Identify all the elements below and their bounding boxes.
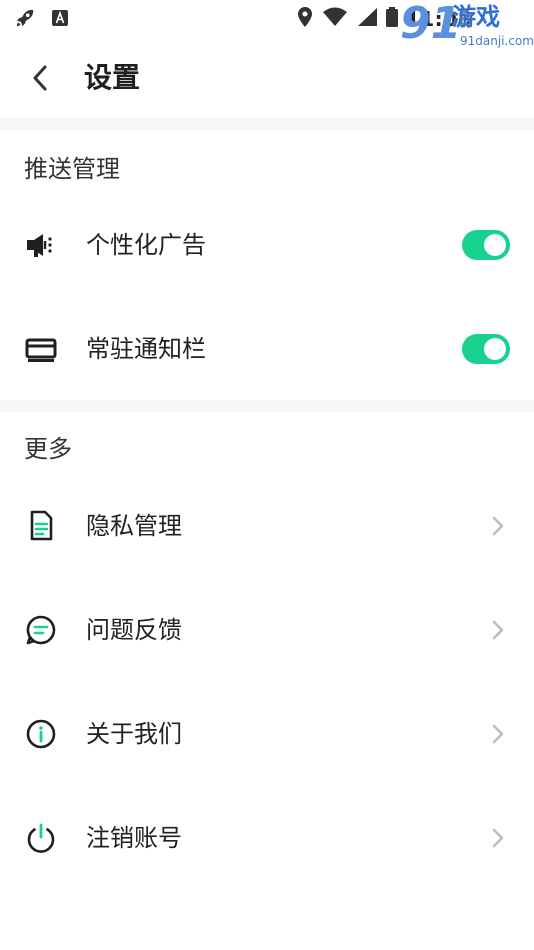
- chat-bubble-icon: [24, 613, 58, 647]
- document-icon: [24, 509, 58, 543]
- section-divider: [0, 400, 534, 412]
- chevron-left-icon: [33, 65, 47, 91]
- chevron-right-icon: [492, 516, 504, 536]
- settings-row-about[interactable]: 关于我们: [0, 694, 534, 774]
- settings-row-feedback[interactable]: 问题反馈: [0, 590, 534, 670]
- section-title-more: 更多: [24, 435, 72, 463]
- settings-row-delete-account[interactable]: 注销账号: [0, 798, 534, 878]
- location-icon: [296, 6, 314, 32]
- section-title-push: 推送管理: [24, 155, 120, 183]
- font-a-icon: [50, 8, 70, 32]
- chevron-right-icon: [492, 724, 504, 744]
- signal-icon: [356, 7, 378, 31]
- row-label-feedback: 问题反馈: [86, 616, 182, 644]
- nav-bar: 设置: [0, 46, 534, 112]
- row-label-personalized-ads: 个性化广告: [86, 231, 206, 259]
- back-button[interactable]: [20, 58, 60, 98]
- chevron-right-icon: [492, 620, 504, 640]
- settings-row-personalized-ads: 个性化广告: [0, 205, 534, 285]
- row-label-delete-account: 注销账号: [86, 824, 182, 852]
- wallet-icon: [24, 332, 58, 366]
- settings-row-privacy[interactable]: 隐私管理: [0, 486, 534, 566]
- info-icon: [24, 717, 58, 751]
- rocket-icon: [14, 7, 36, 33]
- status-bar-left: [14, 7, 70, 33]
- toggle-knob: [484, 234, 506, 256]
- toggle-knob: [484, 338, 506, 360]
- row-label-privacy: 隐私管理: [86, 512, 182, 540]
- row-label-about: 关于我们: [86, 720, 182, 748]
- megaphone-icon: [24, 228, 58, 262]
- row-label-notification-bar: 常驻通知栏: [86, 335, 206, 363]
- power-icon: [24, 821, 58, 855]
- battery-icon: [385, 7, 398, 31]
- settings-row-notification-bar: 常驻通知栏: [0, 309, 534, 389]
- watermark-brand: 游戏: [452, 3, 500, 31]
- notification-bar-toggle[interactable]: [462, 334, 510, 364]
- wifi-icon: [322, 7, 348, 31]
- page-title: 设置: [84, 61, 141, 94]
- section-divider: [0, 118, 534, 130]
- chevron-right-icon: [492, 828, 504, 848]
- personalized-ads-toggle[interactable]: [462, 230, 510, 260]
